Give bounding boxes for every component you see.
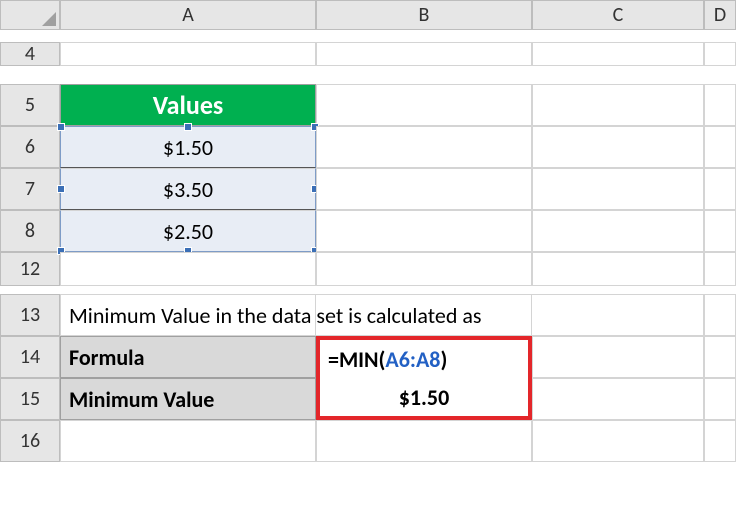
cell-A16[interactable] <box>60 420 316 462</box>
minvalue-label[interactable]: Minimum Value <box>60 378 316 420</box>
cell-C7[interactable] <box>532 168 704 210</box>
cell-D16[interactable] <box>704 420 736 462</box>
cell-D12[interactable] <box>704 252 736 286</box>
cell-D7[interactable] <box>704 168 736 210</box>
cell-C14[interactable] <box>532 336 704 378</box>
cell-B7[interactable] <box>316 168 532 210</box>
row-header-6[interactable]: 6 <box>0 126 60 168</box>
col-header-D[interactable]: D <box>704 0 736 30</box>
values-header[interactable]: Values <box>60 84 316 126</box>
selection-handle[interactable] <box>184 123 192 131</box>
selection-handle[interactable] <box>57 185 65 193</box>
cell-C6[interactable] <box>532 126 704 168</box>
cell-A6[interactable]: $1.50 <box>60 126 316 168</box>
cell-B4[interactable] <box>316 42 532 66</box>
formula-label[interactable]: Formula <box>60 336 316 378</box>
col-header-A[interactable]: A <box>60 0 316 30</box>
cell-D8[interactable] <box>704 210 736 252</box>
cell-C5[interactable] <box>532 84 704 126</box>
cell-C16[interactable] <box>532 420 704 462</box>
row-header-12[interactable]: 12 <box>0 252 60 286</box>
row-header-13[interactable]: 13 <box>0 294 60 336</box>
cell-B14-formula[interactable]: =MIN(A6:A8) <box>316 336 532 378</box>
row-header-16[interactable]: 16 <box>0 420 60 462</box>
row-header-8[interactable]: 8 <box>0 210 60 252</box>
cell-D14[interactable] <box>704 336 736 378</box>
value-2: $3.50 <box>163 176 213 203</box>
col-header-B[interactable]: B <box>316 0 532 30</box>
select-all-corner[interactable] <box>0 0 60 30</box>
row-header-4[interactable]: 4 <box>0 42 60 66</box>
row-header-7[interactable]: 7 <box>0 168 60 210</box>
spreadsheet-grid[interactable]: A B C D 4 5 Values 6 $1.50 7 $3.50 8 $2.… <box>0 0 736 462</box>
cell-A8[interactable]: $2.50 <box>60 210 316 252</box>
row-header-15[interactable]: 15 <box>0 378 60 420</box>
col-header-C[interactable]: C <box>532 0 704 30</box>
cell-B12[interactable] <box>316 252 532 286</box>
cell-A12[interactable] <box>60 252 316 286</box>
cell-D5[interactable] <box>704 84 736 126</box>
cell-C4[interactable] <box>532 42 704 66</box>
selection-handle[interactable] <box>57 123 65 131</box>
cell-C15[interactable] <box>532 378 704 420</box>
row-header-5[interactable]: 5 <box>0 84 60 126</box>
description-text: Minimum Value in the data set is calcula… <box>69 302 482 329</box>
cell-D4[interactable] <box>704 42 736 66</box>
cell-A4[interactable] <box>60 42 316 66</box>
value-3: $2.50 <box>163 218 213 245</box>
cell-B8[interactable] <box>316 210 532 252</box>
cell-B5[interactable] <box>316 84 532 126</box>
formula-text: =MIN(A6:A8) <box>328 346 447 373</box>
value-1: $1.50 <box>163 134 213 161</box>
cell-D15[interactable] <box>704 378 736 420</box>
cell-B6[interactable] <box>316 126 532 168</box>
row-header-14[interactable]: 14 <box>0 336 60 378</box>
cell-D6[interactable] <box>704 126 736 168</box>
cell-B16[interactable] <box>316 420 532 462</box>
cell-A13[interactable]: Minimum Value in the data set is calcula… <box>60 294 316 336</box>
cell-A7[interactable]: $3.50 <box>60 168 316 210</box>
cell-D13[interactable] <box>704 294 736 336</box>
cell-C13[interactable] <box>532 294 704 336</box>
cell-B15-result[interactable]: $1.50 <box>316 378 532 420</box>
cell-C12[interactable] <box>532 252 704 286</box>
cell-C8[interactable] <box>532 210 704 252</box>
